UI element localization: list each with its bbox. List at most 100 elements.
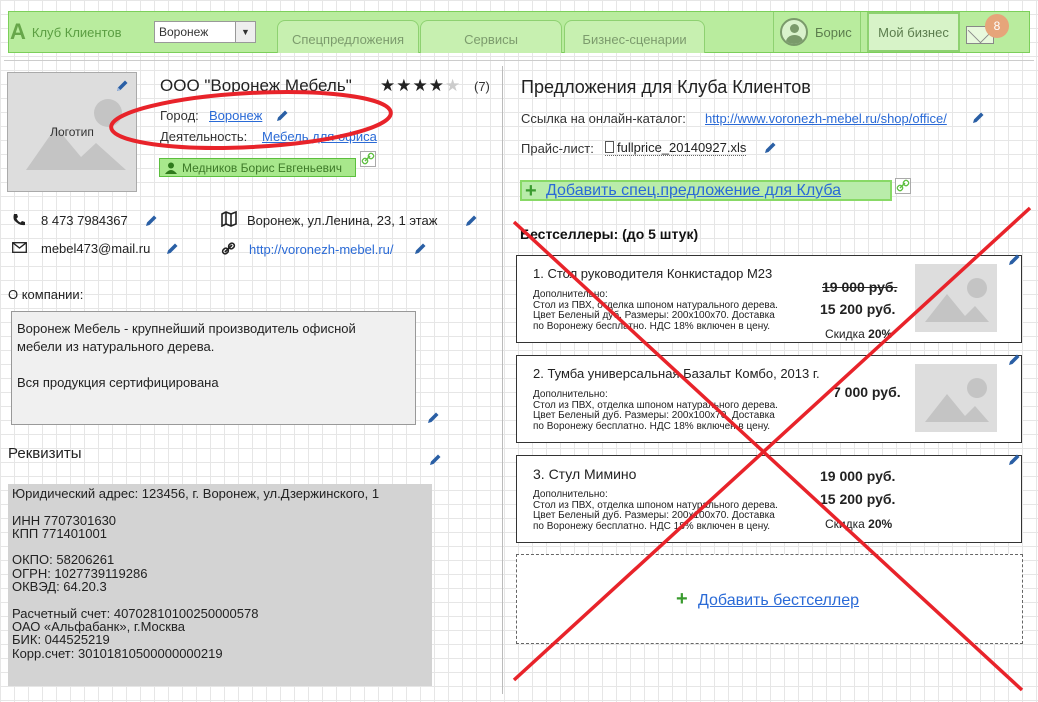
add-bestseller-label: Добавить бестселлер xyxy=(698,592,860,609)
plus-icon: + xyxy=(525,180,537,202)
tab-label: Спецпредложения xyxy=(291,32,405,47)
price-list-filename: fullprice_20140927.xls xyxy=(617,140,747,155)
tab-business-scenarios[interactable]: Бизнес-сценарии xyxy=(564,20,705,53)
address: Воронеж, ул.Ленина, 23, 1 этаж xyxy=(247,213,438,228)
website-link[interactable]: http://voronezh-mebel.ru/ xyxy=(249,242,394,257)
star-empty-icon: ★ xyxy=(445,76,462,95)
mail-count-badge: 8 xyxy=(985,14,1009,38)
phone-icon xyxy=(13,214,25,226)
contact-person-tag[interactable]: Медников Борис Евгеньевич xyxy=(159,158,356,177)
city-label: Город: xyxy=(160,108,199,123)
edit-bestseller-pencil-icon[interactable] xyxy=(1007,453,1021,467)
link-icon[interactable] xyxy=(360,151,376,167)
plus-icon: + xyxy=(676,588,688,610)
city-link[interactable]: Воронеж xyxy=(209,108,262,123)
about-line: Воронеж Мебель - крупнейший производител… xyxy=(17,321,356,336)
rating-votes[interactable]: (7) xyxy=(474,79,490,94)
column-divider xyxy=(502,66,503,694)
email-icon xyxy=(12,242,27,253)
bestseller-description: Дополнительно: Стол из ПВХ, отделка шпоно… xyxy=(533,489,778,532)
new-price: 7 000 руб. xyxy=(833,384,901,400)
star-filled-icon: ★ xyxy=(380,76,397,95)
edit-bestseller-pencil-icon[interactable] xyxy=(1007,353,1021,367)
edit-price-list-pencil-icon[interactable] xyxy=(763,141,777,155)
about-text[interactable]: Воронеж Мебель - крупнейший производител… xyxy=(11,311,416,425)
new-price: 19 000 руб. xyxy=(820,468,896,484)
requisites-title: Реквизиты xyxy=(8,445,82,462)
map-icon xyxy=(221,211,237,227)
city-select[interactable]: Воронеж ▼ xyxy=(154,21,256,43)
tab-label: Бизнес-сценарии xyxy=(582,32,687,47)
user-name: Борис xyxy=(815,24,852,40)
image-placeholder-icon xyxy=(925,278,989,322)
edit-phone-pencil-icon[interactable] xyxy=(144,214,158,228)
product-image-placeholder xyxy=(915,264,997,332)
catalog-label: Ссылка на онлайн-каталог: xyxy=(521,111,686,126)
edit-bestseller-pencil-icon[interactable] xyxy=(1007,253,1021,267)
bestseller-title: 1. Стол руководителя Конкистадор М23 xyxy=(533,266,773,281)
bestsellers-title: Бестселлеры: (до 5 штук) xyxy=(520,226,699,242)
phone-number: 8 473 7984367 xyxy=(41,213,128,228)
edit-requisites-pencil-icon[interactable] xyxy=(428,453,442,467)
city-select-value: Воронеж xyxy=(159,25,209,39)
contact-person-name: Медников Борис Евгеньевич xyxy=(182,161,342,175)
edit-website-pencil-icon[interactable] xyxy=(413,242,427,256)
discount: Скидка 20% xyxy=(825,327,893,341)
brand-link[interactable]: A Клуб Клиентов xyxy=(10,12,152,52)
edit-city-pencil-icon[interactable] xyxy=(275,109,289,123)
old-price: 19 000 руб. xyxy=(822,279,898,295)
edit-catalog-pencil-icon[interactable] xyxy=(971,111,985,125)
about-line xyxy=(17,356,410,374)
brand-label: Клуб Клиентов xyxy=(31,24,122,40)
website-link-icon xyxy=(221,242,236,255)
about-line: мебели из натурального дерева. xyxy=(17,339,215,354)
header-divider xyxy=(4,60,1034,61)
image-placeholder-icon xyxy=(925,378,989,422)
bestseller-card[interactable]: 3. Стул Мимино Дополнительно: Стол из ПВХ… xyxy=(516,453,1022,543)
price-list-label: Прайс-лист: xyxy=(521,141,594,156)
user-avatar-icon xyxy=(780,18,808,46)
price-list-file[interactable]: fullprice_20140927.xls xyxy=(605,140,747,156)
star-filled-icon: ★ xyxy=(412,76,429,95)
user-menu[interactable]: Борис xyxy=(773,12,861,52)
tab-services[interactable]: Сервисы xyxy=(420,20,562,53)
bestseller-card[interactable]: 2. Тумба универсальная Базальт Комбо, 20… xyxy=(516,353,1022,443)
bestseller-title: 3. Стул Мимино xyxy=(533,466,637,482)
edit-email-pencil-icon[interactable] xyxy=(165,242,179,256)
about-line: Вся продукция сертифицирована xyxy=(17,375,219,390)
brand-logo-icon: A xyxy=(10,19,26,44)
add-special-offer-button[interactable]: + Добавить спец.предложение для Клуба xyxy=(520,180,892,201)
bestseller-title: 2. Тумба универсальная Базальт Комбо, 20… xyxy=(533,366,820,381)
bestseller-description: Дополнительно: Стол из ПВХ, отделка шпоно… xyxy=(533,289,778,332)
activity-link[interactable]: Мебель для офиса xyxy=(262,129,377,144)
activity-label: Деятельность: xyxy=(160,129,248,144)
product-image-placeholder xyxy=(915,364,997,432)
link-icon[interactable] xyxy=(895,178,911,194)
offers-title: Предложения для Клуба Клиентов xyxy=(521,77,811,97)
new-price: 15 200 руб. xyxy=(820,301,896,317)
bestseller-card[interactable]: 1. Стол руководителя Конкистадор М23 Доп… xyxy=(516,253,1022,343)
add-bestseller-button[interactable]: + Добавить бестселлер xyxy=(516,554,1023,644)
about-label: О компании: xyxy=(8,287,84,302)
tab-special-offers[interactable]: Спецпредложения xyxy=(277,20,419,53)
add-offer-label: Добавить спец.предложение для Клуба xyxy=(546,182,842,199)
discounted-price: 15 200 руб. xyxy=(820,491,896,507)
file-icon xyxy=(605,141,614,153)
star-filled-icon: ★ xyxy=(428,76,445,95)
company-name: ООО "Воронеж Мебель" xyxy=(160,76,352,95)
person-icon xyxy=(165,162,177,174)
edit-address-pencil-icon[interactable] xyxy=(464,214,478,228)
catalog-link[interactable]: http://www.voronezh-mebel.ru/shop/office… xyxy=(705,111,947,126)
email[interactable]: mebel473@mail.ru xyxy=(41,241,150,256)
my-business-label: Мой бизнес xyxy=(878,25,949,40)
bestseller-description: Дополнительно: Стол из ПВХ, отделка шпоно… xyxy=(533,389,778,432)
edit-about-pencil-icon[interactable] xyxy=(426,411,440,425)
star-filled-icon: ★ xyxy=(396,76,413,95)
edit-logo-pencil-icon[interactable] xyxy=(115,79,129,93)
requisites-text[interactable]: Юридический адрес: 123456, г. Воронеж, у… xyxy=(8,484,432,686)
rating-stars[interactable]: ★★★★★ xyxy=(380,76,461,96)
my-business-button[interactable]: Мой бизнес xyxy=(867,12,960,52)
discount: Скидка 20% xyxy=(825,517,893,531)
logo-label: Логотип xyxy=(50,125,94,139)
dropdown-arrow-icon[interactable]: ▼ xyxy=(235,22,255,42)
